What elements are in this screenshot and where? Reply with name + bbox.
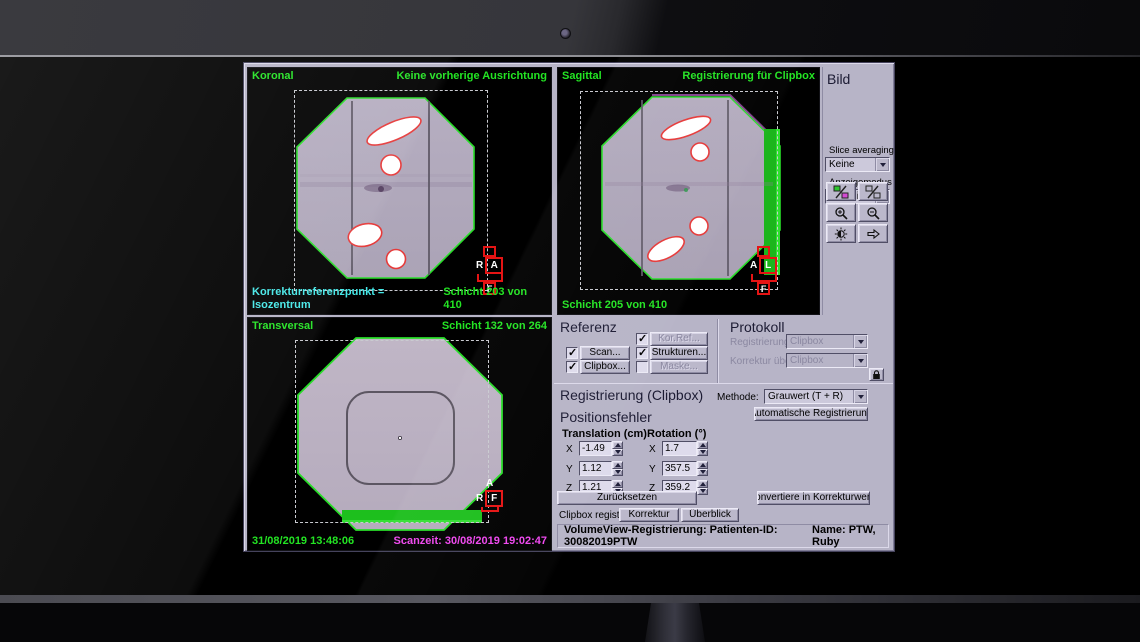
methode-label: Methode: bbox=[717, 392, 759, 403]
chevron-down-icon[interactable] bbox=[853, 335, 867, 348]
rotation-x-label: X bbox=[649, 444, 656, 455]
translation-y-label: Y bbox=[566, 464, 573, 475]
patient-id-text: VolumeView-Registrierung: Patienten-ID: … bbox=[564, 524, 798, 548]
pan-arrow-icon bbox=[866, 227, 881, 241]
app-window: Koronal Keine vorherige Ausrichtung bbox=[243, 62, 895, 552]
scan-button[interactable]: Scan... bbox=[580, 346, 630, 360]
konvertiere-button[interactable]: Konvertiere in Korrekturwerte bbox=[757, 491, 870, 505]
scan-checkbox[interactable] bbox=[566, 347, 578, 359]
patient-status-bar: VolumeView-Registrierung: Patienten-ID: … bbox=[557, 524, 889, 548]
rotation-y-label: Y bbox=[649, 464, 656, 475]
translation-x-label: X bbox=[566, 444, 573, 455]
bild-panel-title: Bild bbox=[827, 71, 892, 87]
divider bbox=[554, 383, 893, 384]
sagittal-orientation-marker: A L F bbox=[750, 246, 777, 295]
korrektur-ueber-label: Korrektur über bbox=[730, 356, 794, 367]
chevron-down-icon[interactable] bbox=[875, 158, 889, 171]
monitor-bottom-bezel bbox=[0, 595, 1140, 603]
translation-label: Translation (cm) bbox=[562, 428, 647, 440]
step-down-icon[interactable] bbox=[612, 449, 623, 457]
divider bbox=[717, 319, 719, 383]
referenz-title: Referenz bbox=[560, 319, 617, 335]
brightness-icon bbox=[834, 227, 849, 241]
tab-ueberblick[interactable]: Überblick bbox=[681, 508, 739, 522]
viewport-koronal[interactable]: Koronal Keine vorherige Ausrichtung bbox=[247, 67, 552, 315]
blend-outline-icon bbox=[865, 185, 881, 199]
strukturen-checkbox[interactable] bbox=[636, 347, 648, 359]
rotation-label: Rotation (°) bbox=[647, 428, 706, 440]
monitor-stand bbox=[645, 603, 705, 642]
slice-averaging-dropdown[interactable]: Keine bbox=[825, 157, 890, 172]
chevron-down-icon[interactable] bbox=[853, 390, 867, 403]
step-down-icon[interactable] bbox=[697, 488, 708, 496]
zoom-out-icon bbox=[866, 206, 881, 220]
lock-icon bbox=[872, 370, 881, 380]
zoom-out-button[interactable] bbox=[858, 203, 888, 222]
maske-checkbox[interactable] bbox=[636, 361, 648, 373]
transversal-clipbox-overlay[interactable] bbox=[295, 340, 489, 523]
step-up-icon[interactable] bbox=[697, 441, 708, 449]
clipbox-checkbox[interactable] bbox=[566, 361, 578, 373]
registrierung-dropdown[interactable]: Clipbox bbox=[786, 334, 868, 349]
step-down-icon[interactable] bbox=[612, 469, 623, 477]
zoom-in-button[interactable] bbox=[826, 203, 856, 222]
screen: Koronal Keine vorherige Ausrichtung bbox=[0, 57, 1140, 595]
chevron-down-icon[interactable] bbox=[853, 354, 867, 367]
strukturen-button[interactable]: Strukturen... bbox=[650, 346, 708, 360]
brightness-button[interactable] bbox=[826, 224, 856, 243]
viewport-sagittal[interactable]: Sagittal Registrierung für Clipbox bbox=[557, 67, 820, 315]
translation-x-stepper[interactable] bbox=[579, 441, 623, 456]
protokoll-title: Protokoll bbox=[730, 319, 784, 335]
maske-button[interactable]: Maske... bbox=[650, 360, 708, 374]
blend-outline-button[interactable] bbox=[858, 182, 888, 201]
korref-checkbox[interactable] bbox=[636, 333, 648, 345]
patient-name-text: Name: PTW, Ruby bbox=[812, 524, 888, 548]
rotation-x-input[interactable] bbox=[662, 441, 697, 456]
translation-y-input[interactable] bbox=[579, 461, 612, 476]
positionsfehler-title: Positionsfehler bbox=[560, 409, 652, 425]
controls-area: Referenz Scan... Clipbox... Kor.Ref... S… bbox=[554, 317, 893, 551]
step-up-icon[interactable] bbox=[612, 461, 623, 469]
step-up-icon[interactable] bbox=[697, 461, 708, 469]
sagittal-clipbox-overlay[interactable] bbox=[580, 91, 778, 290]
slice-averaging-label: Slice averaging bbox=[829, 145, 892, 156]
translation-y-stepper[interactable] bbox=[579, 461, 623, 476]
step-up-icon[interactable] bbox=[612, 441, 623, 449]
korref-button[interactable]: Kor.Ref... bbox=[650, 332, 708, 346]
pan-arrow-button[interactable] bbox=[858, 224, 888, 243]
koronal-clipbox-overlay[interactable] bbox=[294, 90, 488, 291]
monitor: Koronal Keine vorherige Ausrichtung bbox=[0, 0, 1140, 642]
methode-dropdown[interactable]: Grauwert (T + R) bbox=[764, 389, 868, 404]
automatische-registrierung-button[interactable]: Automatische Registrierung bbox=[754, 407, 868, 421]
koronal-orientation-marker: R A F bbox=[476, 246, 503, 295]
step-up-icon[interactable] bbox=[612, 480, 623, 488]
rotation-y-input[interactable] bbox=[662, 461, 697, 476]
korrektur-ueber-dropdown[interactable]: Clipbox bbox=[786, 353, 868, 368]
step-up-icon[interactable] bbox=[697, 480, 708, 488]
blend-color-icon bbox=[833, 185, 849, 199]
rotation-y-stepper[interactable] bbox=[662, 461, 708, 476]
bild-panel: Bild Slice averaging Keine Anzeigemodus … bbox=[822, 67, 892, 315]
step-down-icon[interactable] bbox=[697, 469, 708, 477]
translation-x-input[interactable] bbox=[579, 441, 612, 456]
step-down-icon[interactable] bbox=[697, 449, 708, 457]
webcam-icon bbox=[560, 28, 571, 39]
monitor-top-bezel bbox=[0, 0, 1140, 57]
viewport-transversal[interactable]: Transversal Schicht 132 von 264 A bbox=[247, 317, 552, 551]
rotation-x-stepper[interactable] bbox=[662, 441, 708, 456]
registrierung-clipbox-title: Registrierung (Clipbox) bbox=[560, 387, 703, 403]
blend-color-button[interactable] bbox=[826, 182, 856, 201]
lock-button[interactable] bbox=[869, 368, 884, 381]
clipbox-button[interactable]: Clipbox... bbox=[580, 360, 630, 374]
tab-korrektur[interactable]: Korrektur bbox=[619, 508, 679, 522]
zoom-in-icon bbox=[834, 206, 849, 220]
transversal-orientation-marker: A R F bbox=[476, 478, 503, 512]
zuruecksetzen-button[interactable]: Zurücksetzen bbox=[557, 491, 697, 505]
registrierung-label: Registrierung bbox=[730, 337, 789, 348]
